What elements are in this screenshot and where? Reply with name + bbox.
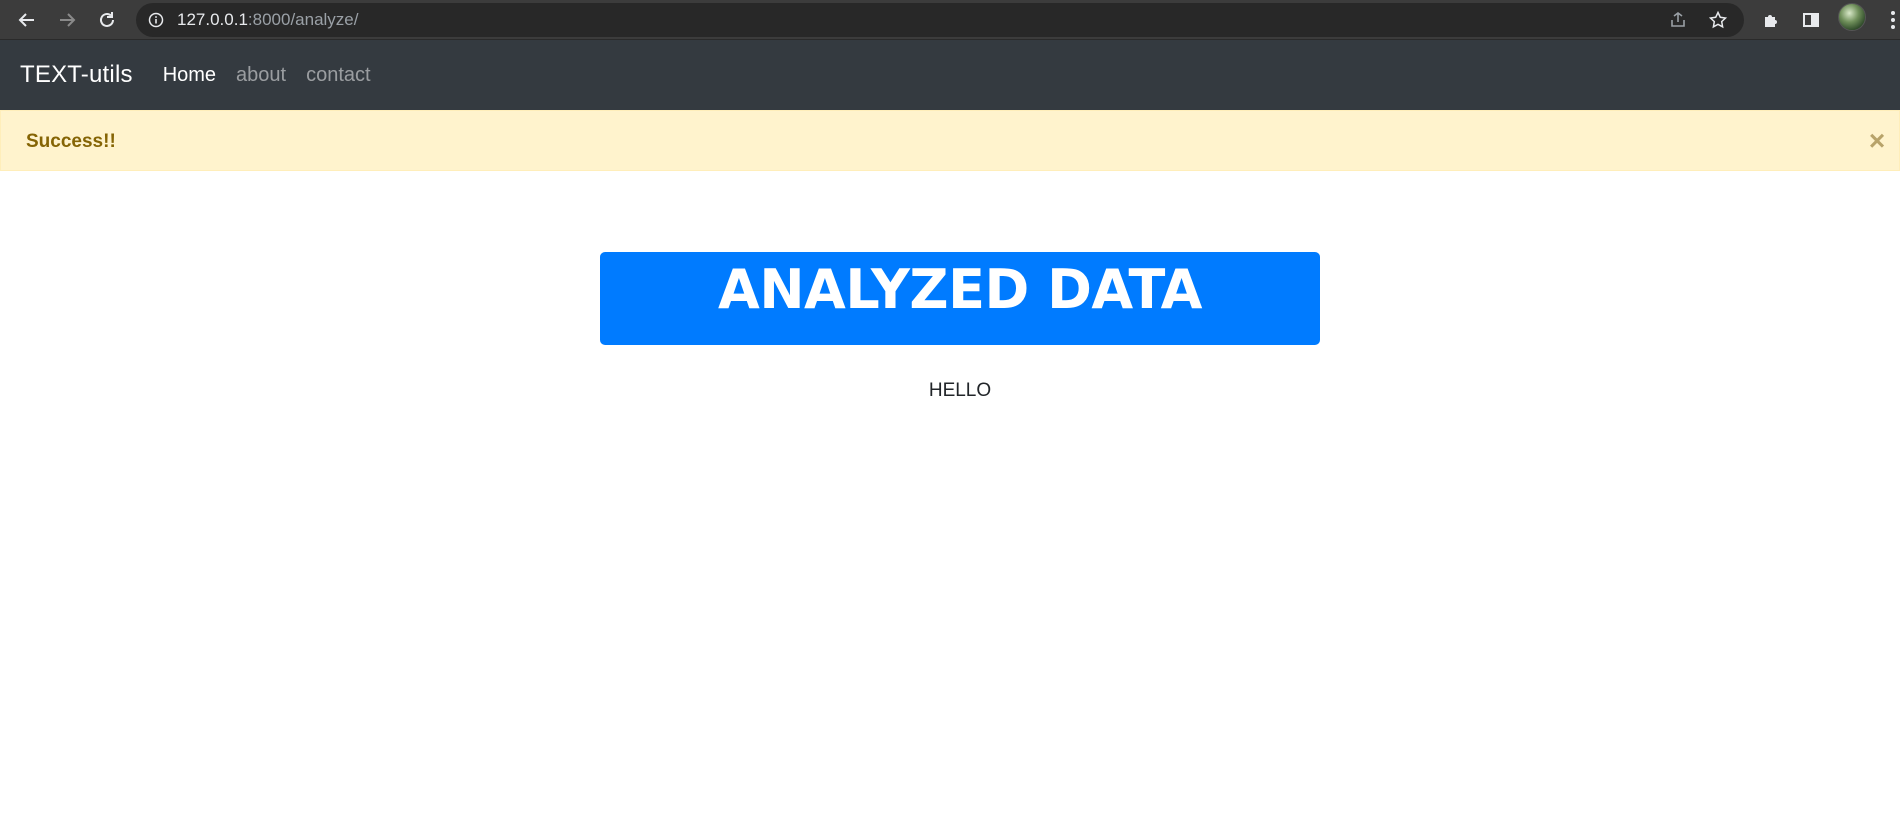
navbar-brand[interactable]: TEXT-utils bbox=[20, 61, 133, 89]
url-host: 127.0.0.1 bbox=[177, 10, 248, 29]
share-icon[interactable] bbox=[1666, 8, 1690, 32]
nav-link-home[interactable]: Home bbox=[163, 64, 216, 87]
star-icon[interactable] bbox=[1706, 8, 1730, 32]
reload-icon[interactable] bbox=[92, 5, 122, 35]
close-icon[interactable]: × bbox=[1863, 127, 1891, 155]
success-alert: Success!! × bbox=[0, 110, 1900, 171]
profile-avatar[interactable] bbox=[1838, 3, 1866, 31]
puzzle-icon[interactable] bbox=[1757, 6, 1785, 34]
side-panel-icon[interactable] bbox=[1797, 6, 1825, 34]
site-navbar: TEXT-utils Home about contact bbox=[0, 40, 1900, 110]
url-path: :8000/analyze/ bbox=[247, 10, 359, 29]
forward-arrow-icon[interactable] bbox=[52, 5, 82, 35]
back-arrow-icon[interactable] bbox=[12, 5, 42, 35]
kebab-menu-icon[interactable] bbox=[1886, 6, 1900, 34]
page-title: ANALYZED DATA bbox=[718, 258, 1202, 321]
info-icon[interactable] bbox=[148, 12, 164, 28]
address-bar[interactable]: 127.0.0.1:8000/analyze/ bbox=[136, 3, 1744, 37]
browser-toolbar: 127.0.0.1:8000/analyze/ bbox=[0, 0, 1900, 40]
nav-link-contact[interactable]: contact bbox=[306, 64, 370, 87]
alert-message: Success!! bbox=[26, 131, 116, 152]
url-text: 127.0.0.1:8000/analyze/ bbox=[177, 3, 359, 37]
analyzed-result: HELLO bbox=[928, 380, 992, 401]
analyzed-heading-box: ANALYZED DATA bbox=[600, 252, 1320, 345]
nav-link-about[interactable]: about bbox=[236, 64, 286, 87]
